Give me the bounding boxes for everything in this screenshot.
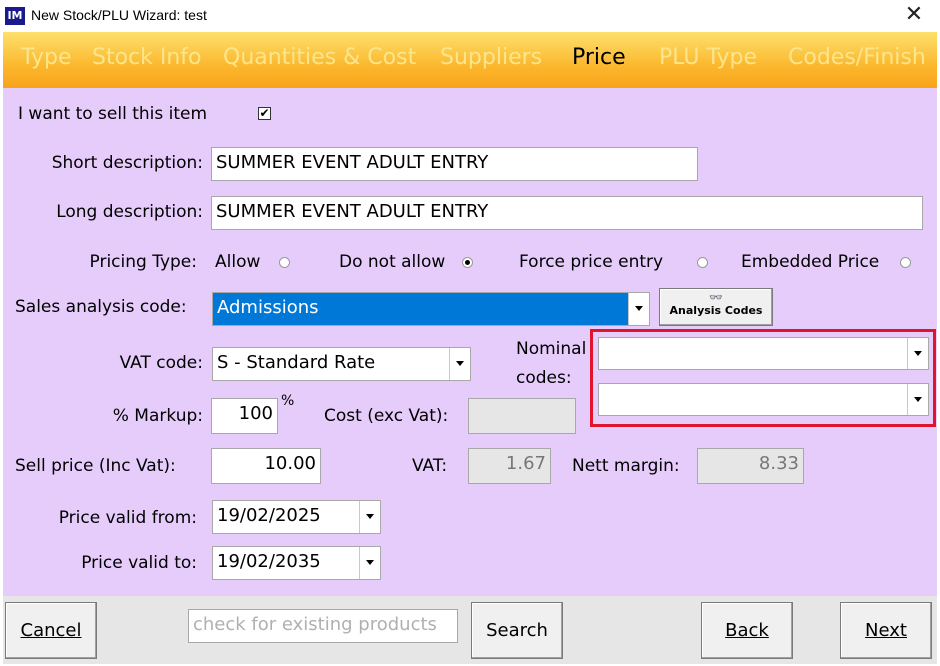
pricing-do-not-allow-label: Do not allow: [339, 252, 446, 272]
short-description-label: Short description:: [51, 153, 203, 173]
sales-analysis-value: Admissions: [217, 297, 319, 318]
markup-percent-unit: %: [281, 393, 295, 409]
markup-input[interactable]: 100: [211, 398, 278, 434]
cost-label: Cost (exc Vat):: [324, 406, 449, 426]
price-valid-from-select[interactable]: 19/02/2025: [212, 500, 381, 534]
nominal-code-1-select[interactable]: [598, 337, 929, 370]
price-form: I want to sell this item ✔ Short descrip…: [3, 88, 937, 596]
price-valid-to-label: Price valid to:: [81, 553, 197, 573]
sell-price-input[interactable]: 10.00: [211, 448, 321, 484]
pricing-allow-radio[interactable]: [279, 257, 290, 268]
wizard-footer: Cancel check for existing products Searc…: [3, 596, 937, 664]
tab-stock-info[interactable]: Stock Info: [92, 45, 202, 70]
chevron-down-icon[interactable]: [907, 384, 928, 415]
pricing-embedded-radio[interactable]: [900, 257, 911, 268]
pricing-embedded-label: Embedded Price: [741, 252, 880, 272]
back-button[interactable]: Back: [701, 602, 793, 659]
cost-input: [468, 398, 576, 434]
app-icon: IM: [5, 7, 25, 25]
pricing-force-entry-radio[interactable]: [697, 257, 708, 268]
price-valid-from-label: Price valid from:: [58, 508, 197, 528]
long-description-input[interactable]: SUMMER EVENT ADULT ENTRY: [211, 196, 923, 230]
pricing-type-label: Pricing Type:: [89, 252, 197, 272]
search-button[interactable]: Search: [471, 602, 563, 659]
tab-plu-type[interactable]: PLU Type: [659, 45, 757, 70]
window-title: New Stock/PLU Wizard: test: [31, 7, 207, 23]
sales-analysis-select[interactable]: Admissions: [212, 292, 650, 326]
nominal-codes-label-2: codes:: [516, 368, 572, 388]
tab-suppliers[interactable]: Suppliers: [440, 45, 542, 70]
markup-label: % Markup:: [112, 406, 203, 426]
vat-label: VAT:: [412, 456, 448, 476]
wizard-window: IM New Stock/PLU Wizard: test ✕ Type Sto…: [0, 0, 940, 666]
chevron-down-icon[interactable]: [628, 293, 649, 325]
long-description-label: Long description:: [56, 202, 203, 222]
nominal-codes-label-1: Nominal: [516, 339, 587, 359]
nominal-code-2-select[interactable]: [598, 383, 929, 416]
glasses-icon: 👓: [709, 291, 723, 304]
chevron-down-icon[interactable]: [907, 338, 928, 369]
cancel-button[interactable]: Cancel: [5, 602, 97, 659]
short-description-input[interactable]: SUMMER EVENT ADULT ENTRY: [211, 147, 698, 181]
price-valid-to-value: 19/02/2035: [217, 551, 321, 572]
pricing-allow-label: Allow: [215, 252, 261, 272]
wizard-steps-bar: Type Stock Info Quantities & Cost Suppli…: [3, 32, 937, 88]
analysis-codes-button[interactable]: 👓 Analysis Codes: [659, 288, 773, 326]
tab-quantities-cost[interactable]: Quantities & Cost: [223, 45, 416, 70]
chevron-down-icon[interactable]: [359, 501, 380, 533]
nett-margin-display: 8.33: [697, 448, 804, 484]
title-bar: IM New Stock/PLU Wizard: test ✕: [0, 0, 940, 32]
price-valid-to-select[interactable]: 19/02/2035: [212, 546, 381, 580]
search-existing-input[interactable]: check for existing products: [188, 609, 458, 643]
nett-margin-label: Nett margin:: [572, 456, 680, 476]
vat-code-value: S - Standard Rate: [217, 352, 376, 373]
pricing-do-not-allow-radio[interactable]: [462, 257, 473, 268]
tab-codes-finish[interactable]: Codes/Finish: [788, 45, 926, 70]
tab-price[interactable]: Price: [572, 45, 626, 70]
chevron-down-icon[interactable]: [359, 547, 380, 579]
sell-item-label: I want to sell this item: [18, 104, 208, 124]
analysis-codes-label: Analysis Codes: [669, 304, 763, 317]
close-icon[interactable]: ✕: [902, 3, 926, 27]
tab-type[interactable]: Type: [21, 45, 72, 70]
vat-amount-display: 1.67: [468, 448, 551, 484]
price-valid-from-value: 19/02/2025: [217, 505, 321, 526]
pricing-force-entry-label: Force price entry: [519, 252, 664, 272]
vat-code-select[interactable]: S - Standard Rate: [212, 347, 471, 381]
sell-price-label: Sell price (Inc Vat):: [15, 456, 176, 476]
sales-analysis-label: Sales analysis code:: [15, 297, 187, 317]
vat-code-label: VAT code:: [119, 353, 203, 373]
chevron-down-icon[interactable]: [449, 348, 470, 380]
sell-item-checkbox[interactable]: ✔: [258, 107, 271, 120]
next-button[interactable]: Next: [840, 602, 932, 659]
